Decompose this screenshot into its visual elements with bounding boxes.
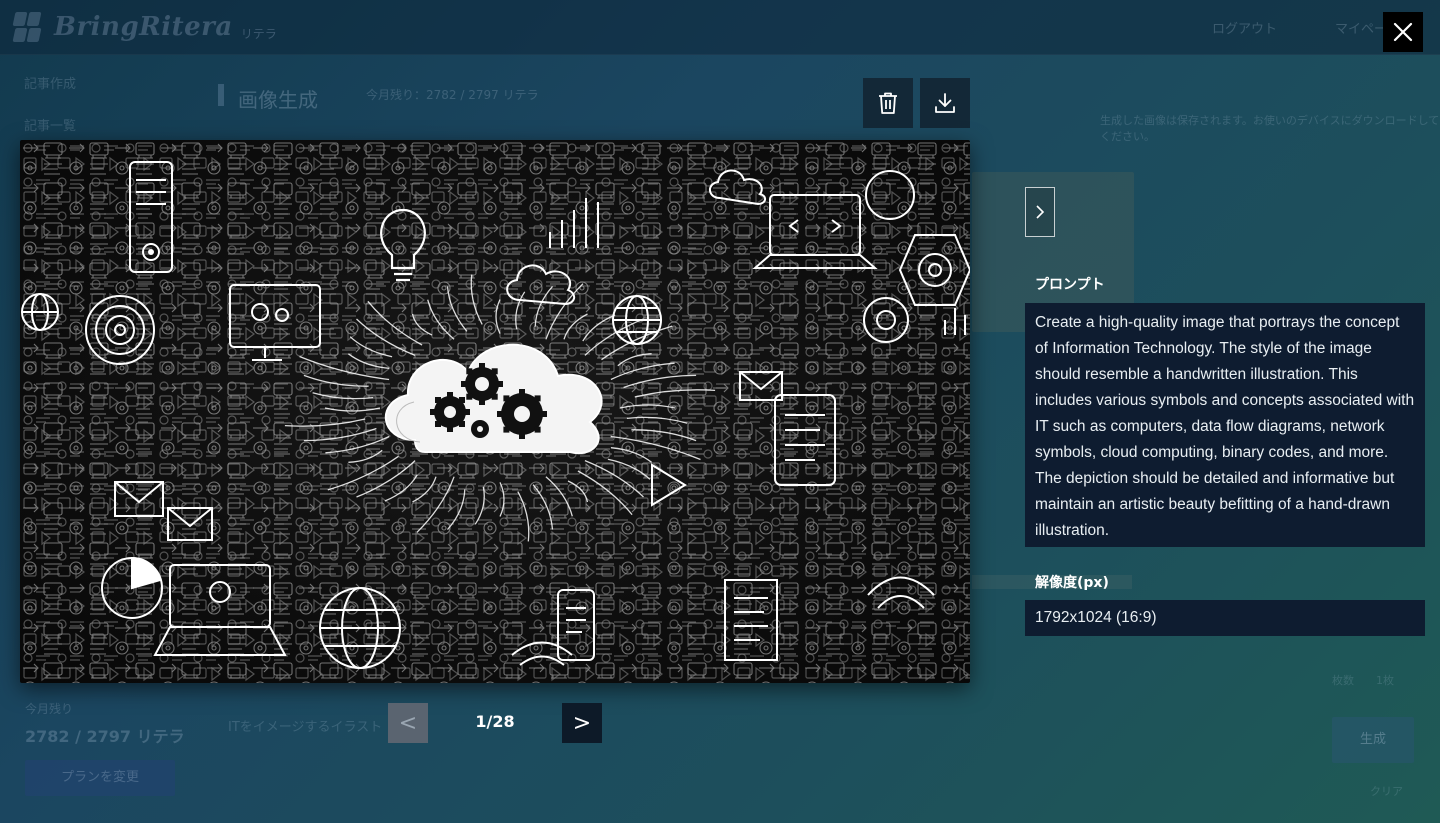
image-viewer-modal: < 1/28 > プロンプト Create a high-quality ima…: [0, 0, 1440, 823]
trash-icon: [879, 92, 897, 114]
panel-next-button[interactable]: [1025, 187, 1055, 237]
it-illustration: [20, 140, 970, 683]
download-icon: [935, 93, 955, 113]
close-icon: [1393, 22, 1413, 42]
pager-next-button[interactable]: >: [562, 703, 602, 743]
chevron-right-icon: [1036, 205, 1045, 219]
pager-prev-button[interactable]: <: [388, 703, 428, 743]
prompt-label: プロンプト: [1035, 277, 1105, 293]
resolution-value: 1792x1024 (16:9): [1025, 600, 1425, 636]
close-button[interactable]: [1383, 12, 1423, 52]
resolution-label: 解像度(px): [1035, 575, 1109, 591]
pager-counter: 1/28: [475, 712, 515, 731]
delete-button[interactable]: [863, 78, 913, 128]
download-button[interactable]: [920, 78, 970, 128]
generated-image: [20, 140, 970, 683]
prompt-text: Create a high-quality image that portray…: [1025, 303, 1425, 547]
